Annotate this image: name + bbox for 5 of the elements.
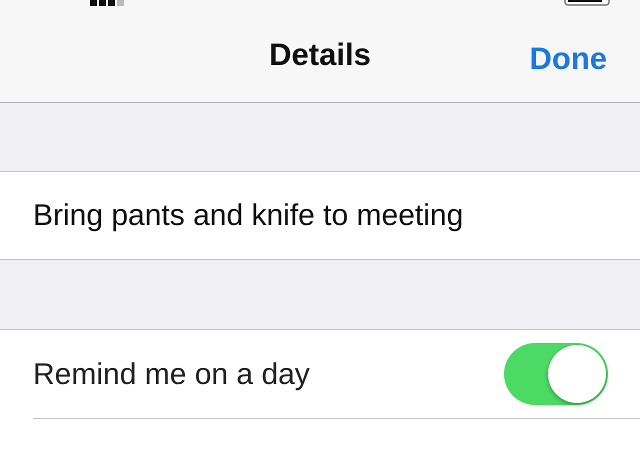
toggle-switch[interactable] <box>504 343 608 405</box>
reminder-title[interactable]: Bring pants and knife to meeting <box>33 193 464 238</box>
setting-label: Remind me on a day <box>33 356 310 392</box>
nav-title: Details <box>269 36 371 74</box>
done-button[interactable]: Done <box>530 36 607 82</box>
